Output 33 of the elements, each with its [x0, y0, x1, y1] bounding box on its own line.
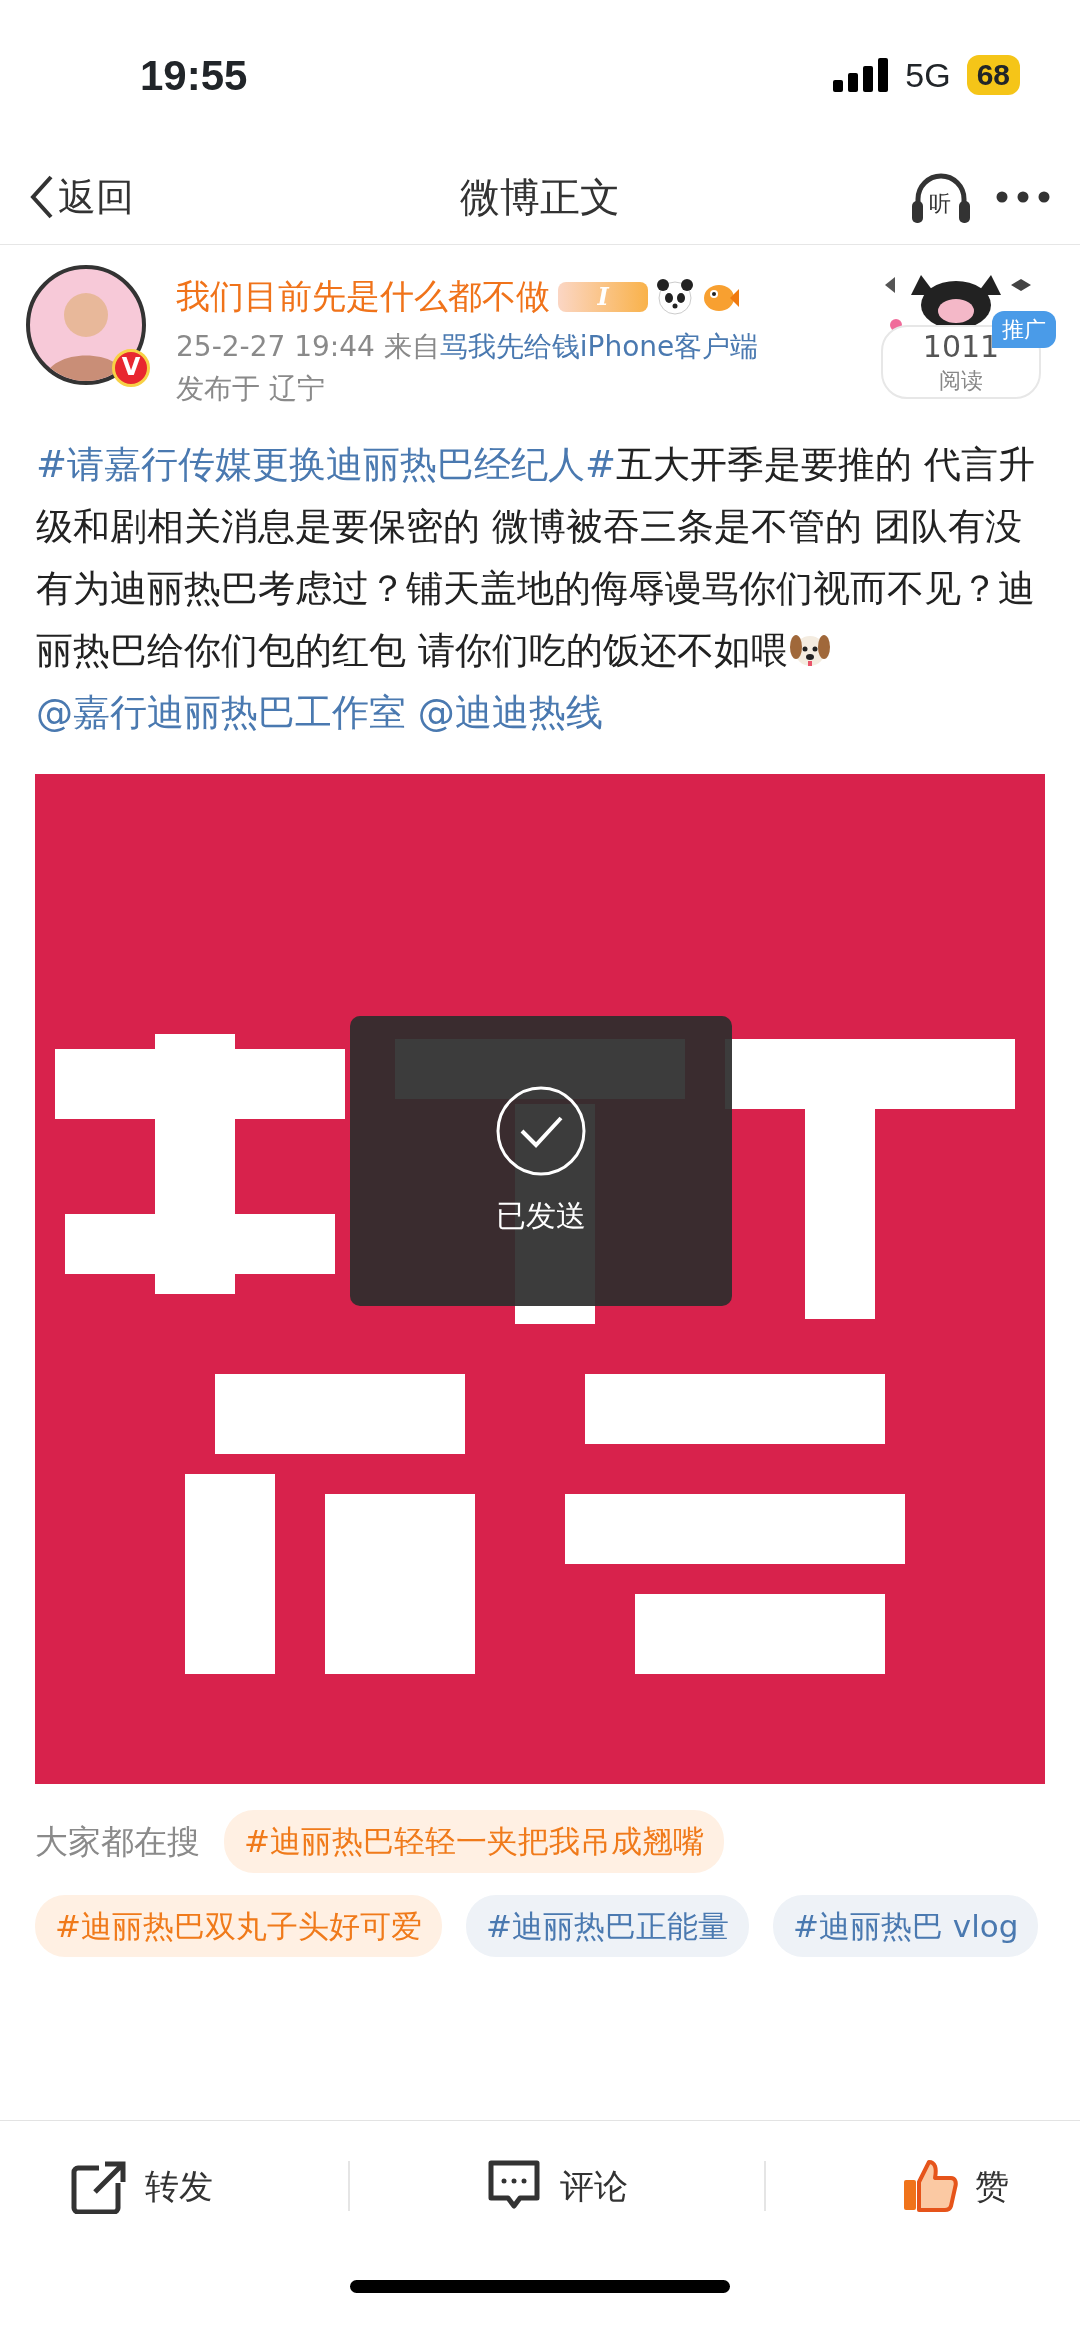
signal-icon [833, 58, 890, 92]
share-icon [70, 2158, 129, 2214]
comment-button[interactable]: 评论 [480, 2157, 634, 2215]
like-button[interactable]: 赞 [895, 2157, 1016, 2215]
more-icon[interactable] [996, 191, 1050, 203]
listen-button[interactable]: 听 [910, 169, 972, 225]
trending-tag[interactable]: #迪丽热巴轻轻一夹把我吊成翘嘴 [224, 1810, 724, 1873]
network-label: 5G [905, 54, 951, 96]
post-location: 发布于 辽宁 [176, 371, 326, 407]
battery-level: 68 [966, 55, 1020, 95]
page-title: 微博正文 [460, 173, 620, 222]
member-badge: I [558, 281, 648, 312]
post-meta: 25-2-27 19:44 来自骂我先给钱iPhone客户端 [176, 329, 759, 365]
repost-button[interactable]: 转发 [64, 2157, 219, 2215]
read-label: 阅读 [938, 367, 984, 395]
username[interactable]: 我们目前先是什么都不做 [176, 271, 550, 322]
trending-tag[interactable]: #迪丽热巴 vlog [772, 1894, 1039, 1957]
promo-badge: 推广 [992, 311, 1056, 348]
status-time: 19:55 [140, 50, 248, 101]
mention-link[interactable]: @迪迪热线 [417, 691, 603, 734]
post-text: #请嘉行传媒更换迪丽热巴经纪人#五大开季是要推的 代言升级和剧相关消息是要保密的 微博被吞三条是不管的 团队有没有为迪丽热巴考虑过？铺天盖地的侮辱谩骂你们视而不见？迪丽热巴给你们包的红包 请你们吃的饭还不如喂 @嘉行迪丽热巴工作室 @迪迪热线 [35, 442, 1036, 736]
trending-label: 大家都在搜 [35, 1820, 200, 1863]
verified-badge: V [112, 349, 150, 387]
topic-link[interactable]: #请嘉行传媒更换迪丽热巴经纪人# [36, 443, 616, 486]
trending-tag[interactable]: #迪丽热巴正能量 [466, 1894, 749, 1957]
source-link[interactable]: 骂我先给钱iPhone客户端 [439, 330, 759, 363]
toast-message: 已发送 [496, 1196, 586, 1235]
panda-icon [656, 277, 694, 316]
mention-link[interactable]: @嘉行迪丽热巴工作室 [36, 691, 406, 734]
checkmark-icon [495, 1084, 587, 1177]
thumbs-up-icon [901, 2158, 960, 2214]
back-button[interactable]: 返回 [30, 168, 134, 226]
trending-tag[interactable]: #迪丽热巴双丸子头好可爱 [35, 1894, 442, 1957]
